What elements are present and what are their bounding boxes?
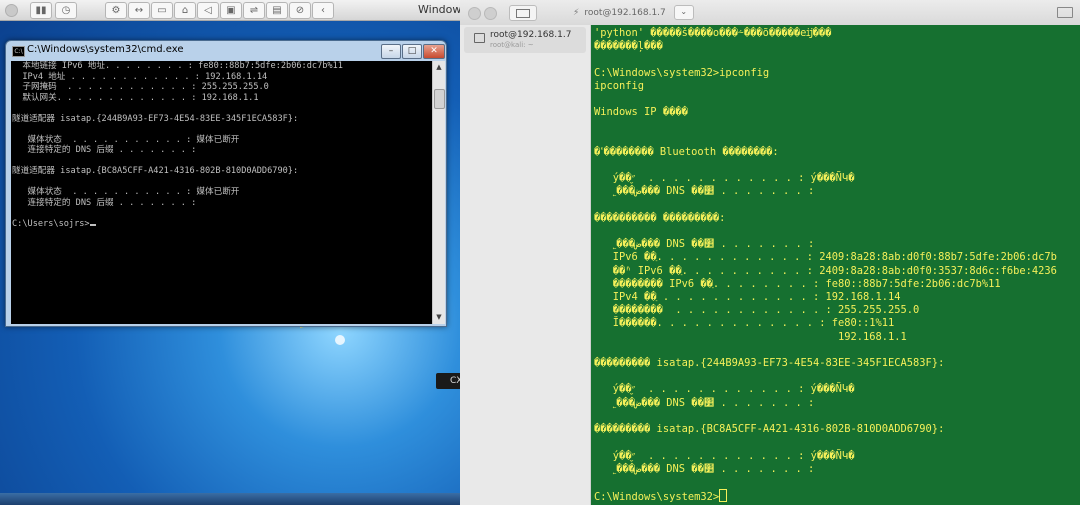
cmd-scrollbar[interactable]: ▲ ▼ bbox=[432, 61, 445, 324]
terminal-output-line: 192.168.1.1 bbox=[594, 330, 907, 343]
cmd-output-line: 媒体状态 . . . . . . . . . . . : 媒体已断开 bbox=[12, 134, 240, 145]
cmd-output-line: 连接特定的 DNS 后缀 . . . . . . . : bbox=[12, 197, 197, 208]
cmd-output-line: 默认网关. . . . . . . . . . . . . : 192.168.… bbox=[12, 92, 259, 103]
vm-unity-icon[interactable]: ⊘ bbox=[289, 2, 311, 19]
terminal-output-line: IPv4 ��ַ . . . . . . . . . . . . : 192.1… bbox=[594, 291, 901, 304]
terminal-pane[interactable]: 'python' �����š����о���⸞���õ�����еĳ��� �… bbox=[591, 25, 1080, 505]
terminal-output-line: ˿���ض��� DNS ��׺ . . . . . . . : bbox=[594, 238, 815, 251]
tab-strip[interactable]: ⚡ root@192.168.1.7 ⌄ bbox=[573, 5, 694, 20]
terminal-output-line: IPv6 ��ַ. . . . . . . . . . . . : 2409:8… bbox=[594, 251, 1057, 264]
cmd-output-line: 子网掩码 . . . . . . . . . . . . : 255.255.2… bbox=[12, 82, 269, 92]
terminal-output-line: ˿���ض��� DNS ��׺ . . . . . . . : bbox=[594, 396, 815, 409]
session-item[interactable]: root@192.168.1.7 root@kali: ~ bbox=[464, 27, 586, 53]
terminal-output-line: Ĭ������. . . . . . . . . . . . . : fe80:… bbox=[594, 317, 895, 330]
vm-title: Windows 7 bbox=[418, 3, 460, 16]
terminal-output-line: ��������� isatap.{BC8A5CFF-A421-4316-802… bbox=[594, 423, 945, 436]
session-sidebar: root@192.168.1.7 root@kali: ~ bbox=[460, 25, 591, 505]
cmd-output-line: 本地链接 IPv6 地址. . . . . . . . : fe80::88b7… bbox=[12, 61, 343, 71]
cmd-output-line: 媒体状态 . . . . . . . . . . . : 媒体已断开 bbox=[12, 187, 240, 197]
cmd-titlebar[interactable]: C:\ C:\Windows\system32\cmd.exe – □ ✕ bbox=[6, 41, 446, 61]
cmd-output-line: 隧道适配器 isatap.{244B9A93-EF73-4E54-83EE-34… bbox=[12, 113, 299, 124]
vm-usb-icon[interactable]: ⇌ bbox=[243, 2, 265, 19]
terminal-output-line: �������ļ��� bbox=[594, 40, 663, 53]
mac-terminal-window: ⚡ root@192.168.1.7 ⌄ root@192.168.1.7 ro… bbox=[460, 0, 1080, 505]
terminal-icon bbox=[474, 33, 485, 43]
terminal-output-line: ý��״̬ . . . . . . . . . . . . : ý���ÑԿ� bbox=[594, 172, 855, 185]
terminal-output-line: ý��״̬ . . . . . . . . . . . . : ý���ÑԿ� bbox=[594, 383, 855, 396]
terminal-output-line: �������� . . . . . . . . . . . . : 255.2… bbox=[594, 304, 920, 317]
vm-resize-icon[interactable]: ↔ bbox=[128, 2, 150, 19]
vm-pause-button[interactable]: ▮▮ bbox=[30, 2, 52, 19]
scroll-thumb[interactable] bbox=[434, 89, 445, 109]
vm-back-icon[interactable]: ‹ bbox=[312, 2, 334, 19]
vm-settings-icon[interactable]: ⚙ bbox=[105, 2, 127, 19]
vm-close-button[interactable] bbox=[5, 4, 18, 17]
mail-icon[interactable] bbox=[1057, 7, 1073, 18]
tab-title: root@192.168.1.7 bbox=[584, 7, 666, 18]
terminal-output-line: C:\Windows\system32> bbox=[594, 491, 720, 504]
terminal-output-line: ��ʱ IPv6 ��ַ. . . . . . . . . . : 2409:8… bbox=[594, 264, 1057, 277]
terminal-output-line: �ߵ�������� Bluetooth ��������: bbox=[594, 145, 779, 158]
cmd-output-line: 连接特定的 DNS 后缀 . . . . . . . : bbox=[12, 145, 197, 155]
vm-camera-icon[interactable]: ▣ bbox=[220, 2, 242, 19]
cmd-console[interactable]: 本地链接 IPv6 地址. . . . . . . . : fe80::88b7… bbox=[11, 61, 432, 324]
maximize-button[interactable]: □ bbox=[402, 44, 422, 59]
terminal-output: 'python' �����š����о���⸞���õ�����еĳ��� �… bbox=[591, 25, 1080, 504]
mac-titlebar: ⚡ root@192.168.1.7 ⌄ bbox=[460, 0, 1080, 26]
minimize-button[interactable]: – bbox=[381, 44, 401, 59]
terminal-output-line: Windows IP ���� bbox=[594, 106, 688, 119]
session-subtitle: root@kali: ~ bbox=[490, 41, 534, 49]
cmd-output-line: 隧道适配器 isatap.{BC8A5CFF-A421-4316-802B-81… bbox=[12, 166, 299, 176]
sidebar-toggle-icon[interactable] bbox=[509, 5, 537, 21]
mac-minimize-button[interactable] bbox=[484, 7, 497, 20]
vm-window: ▮▮ ◷ ⚙ ↔ ▭ ⌂ ◁ ▣ ⇌ ▤ ⊘ ‹ Windows 7 CX C:… bbox=[0, 0, 460, 505]
floating-tag: CX bbox=[436, 373, 460, 389]
scroll-up-arrow-icon[interactable]: ▲ bbox=[433, 61, 445, 73]
session-title: root@192.168.1.7 bbox=[490, 30, 572, 40]
tab-dropdown-chevron-icon[interactable]: ⌄ bbox=[673, 5, 694, 20]
mac-close-button[interactable] bbox=[468, 7, 481, 20]
vm-drive-icon[interactable]: ▭ bbox=[151, 2, 173, 19]
terminal-output-line: ý��״̬ . . . . . . . . . . . . : ý���ÑԿ� bbox=[594, 449, 855, 462]
vm-share-icon[interactable]: ▤ bbox=[266, 2, 288, 19]
cmd-window[interactable]: C:\ C:\Windows\system32\cmd.exe – □ ✕ 本地… bbox=[5, 40, 447, 327]
cmd-output: 本地链接 IPv6 地址. . . . . . . . : fe80::88b7… bbox=[11, 61, 432, 229]
terminal-output-line: ipconfig bbox=[594, 79, 645, 92]
cmd-output-cursor bbox=[89, 223, 96, 226]
cmd-title: C:\Windows\system32\cmd.exe bbox=[27, 44, 184, 55]
terminal-output-line: �������� IPv6 ��ַ. . . . . . . . : fe80:… bbox=[594, 277, 1001, 290]
terminal-output-line: ˿���ض��� DNS ��׺ . . . . . . . : bbox=[594, 185, 815, 198]
terminal-output-line: ��������� isatap.{244B9A93-EF73-4E54-83E… bbox=[594, 357, 945, 370]
cmd-output-line: IPv4 地址 . . . . . . . . . . . . : 192.16… bbox=[12, 71, 268, 82]
terminal-output-line: C:\Windows\system32>ipconfig bbox=[594, 66, 770, 79]
terminal-output-line: 'python' �����š����о���⸞���õ�����еĳ��� bbox=[594, 27, 832, 39]
terminal-output-line: ���������� ���������: bbox=[594, 211, 726, 224]
cmd-output-line: C:\Users\sojrs> bbox=[12, 218, 90, 229]
taskbar bbox=[0, 493, 460, 505]
cmd-icon: C:\ bbox=[12, 46, 25, 57]
vm-sound-icon[interactable]: ◁ bbox=[197, 2, 219, 19]
vm-lock-icon[interactable]: ⌂ bbox=[174, 2, 196, 19]
vm-snapshot-button[interactable]: ◷ bbox=[55, 2, 77, 19]
terminal-output-line: ˿���ض��� DNS ��׺ . . . . . . . : bbox=[594, 462, 815, 475]
vm-toolbar: ▮▮ ◷ ⚙ ↔ ▭ ⌂ ◁ ▣ ⇌ ▤ ⊘ ‹ Windows 7 bbox=[0, 0, 460, 21]
bolt-icon: ⚡ bbox=[573, 7, 580, 18]
terminal-output-cursor bbox=[719, 489, 728, 503]
close-button[interactable]: ✕ bbox=[423, 44, 445, 59]
scroll-down-arrow-icon[interactable]: ▼ bbox=[433, 311, 445, 323]
